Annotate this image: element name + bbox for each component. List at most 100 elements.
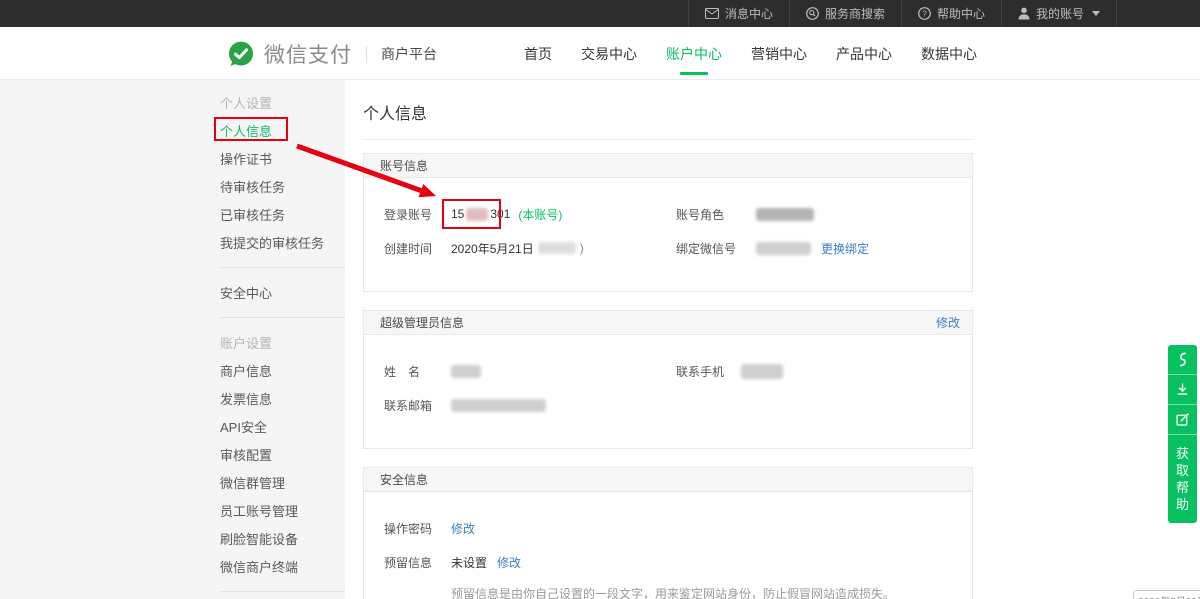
login-account-cell: 登录账号 15 301 (本账号) [384, 206, 676, 223]
sidebar-item-个人信息[interactable]: 个人信息 [220, 116, 345, 144]
brand-divider [366, 46, 367, 62]
portal-name: 商户平台 [381, 44, 437, 64]
table-row: 姓 名 联系手机 [384, 362, 972, 380]
reserved-info-edit-link[interactable]: 修改 [497, 554, 521, 571]
account-role-label: 账号角色 [676, 206, 756, 223]
question-circle-icon: ? [918, 7, 931, 20]
op-password-edit-link[interactable]: 修改 [451, 520, 475, 537]
sidebar-item-label: 操作证书 [220, 149, 272, 168]
change-binding-link[interactable]: 更换绑定 [821, 240, 869, 257]
panel-title: 安全信息 [380, 471, 428, 488]
sidebar-item-label: API安全 [220, 417, 267, 436]
sidebar: 个人设置个人信息操作证书待审核任务已审核任务我提交的审核任务安全中心账户设置商户… [0, 80, 345, 599]
brand[interactable]: 微信支付 商户平台 [228, 27, 437, 80]
admin-info-panel-header: 超级管理员信息 修改 [364, 311, 972, 335]
nav-tab-首页[interactable]: 首页 [524, 40, 552, 68]
sidebar-item-微信商户终端[interactable]: 微信商户终端 [220, 552, 345, 580]
mini-program-icon [1175, 351, 1190, 368]
account-info-panel: 账号信息 登录账号 15 301 [363, 153, 973, 292]
reserved-info-description: 预留信息是由你自己设置的一段文字，用来鉴定网站身份，防止假冒网站造成损失。配置后… [451, 585, 972, 599]
bound-wechat-label: 绑定微信号 [676, 240, 756, 257]
body: 个人设置个人信息操作证书待审核任务已审核任务我提交的审核任务安全中心账户设置商户… [0, 80, 1200, 599]
user-icon [1018, 7, 1030, 20]
admin-name-cell: 姓 名 [384, 363, 676, 380]
table-row: 创建时间 2020年5月21日 ) 绑定微信号 更换绑定 [384, 239, 972, 257]
redacted-admin-email [451, 399, 546, 412]
op-password-cell: 操作密码 修改 [384, 520, 475, 537]
panel-title: 超级管理员信息 [380, 314, 464, 331]
description-line: 预留信息是由你自己设置的一段文字，用来鉴定网站身份，防止假冒网站造成损失。 [451, 585, 972, 599]
login-account-value: 15 301 [451, 207, 510, 221]
account-info-panel-header: 账号信息 [364, 154, 972, 178]
header: 微信支付 商户平台 首页 交易中心 账户中心 营销中心 产品中心 数据中心 [0, 27, 1200, 80]
nav-tab-数据中心[interactable]: 数据中心 [921, 40, 977, 68]
admin-phone-cell: 联系手机 [676, 363, 783, 380]
toolbar-button-download[interactable] [1168, 375, 1197, 405]
security-info-panel-header: 安全信息 [364, 468, 972, 492]
sidebar-item-我提交的审核任务[interactable]: 我提交的审核任务 [220, 228, 345, 256]
sidebar-item-员工账号管理[interactable]: 员工账号管理 [220, 496, 345, 524]
sidebar-item-商户信息[interactable]: 商户信息 [220, 356, 345, 384]
topbar-item-我的账号[interactable]: 我的账号 [1001, 0, 1116, 27]
sidebar-item-label: 待审核任务 [220, 177, 285, 196]
redacted-admin-phone [741, 364, 783, 379]
sidebar-item-发票信息[interactable]: 发票信息 [220, 384, 345, 412]
title-divider [363, 139, 973, 140]
admin-phone-label: 联系手机 [676, 363, 741, 380]
sidebar-divider [220, 591, 345, 592]
admin-email-cell: 联系邮箱 [384, 397, 676, 414]
sidebar-divider [220, 317, 345, 318]
sidebar-item-API安全[interactable]: API安全 [220, 412, 345, 440]
admin-info-panel-body: 姓 名 联系手机 联系邮箱 [364, 335, 972, 448]
main-nav: 首页 交易中心 账户中心 营销中心 产品中心 数据中心 [524, 27, 977, 80]
sidebar-group-header-个人设置: 个人设置 [220, 88, 345, 116]
sidebar-item-刷脸智能设备[interactable]: 刷脸智能设备 [220, 524, 345, 552]
nav-tab-营销中心[interactable]: 营销中心 [751, 40, 807, 68]
toolbar-button-feedback[interactable] [1168, 405, 1197, 435]
download-icon [1175, 382, 1190, 397]
bound-wechat-cell: 绑定微信号 更换绑定 [676, 240, 869, 257]
nav-tab-账户中心[interactable]: 账户中心 [666, 40, 722, 68]
mail-icon [705, 8, 719, 19]
sidebar-item-审核配置[interactable]: 审核配置 [220, 440, 345, 468]
account-info-panel-body: 登录账号 15 301 (本账号) [364, 178, 972, 291]
brand-name: 微信支付 [264, 39, 352, 69]
get-help-button[interactable]: 获取帮助 [1168, 435, 1197, 523]
nav-tab-产品中心[interactable]: 产品中心 [836, 40, 892, 68]
chevron-down-icon [1092, 11, 1100, 16]
sidebar-item-label: 商户信息 [220, 361, 272, 380]
redacted-wechat-id [756, 242, 811, 255]
sidebar-item-微信群管理[interactable]: 微信群管理 [220, 468, 345, 496]
created-time-label: 创建时间 [384, 240, 451, 257]
created-time-paren: ) [580, 241, 584, 255]
table-row: 联系邮箱 [384, 396, 972, 414]
toolbar-button-mini-program[interactable] [1168, 345, 1197, 375]
sidebar-item-label: 审核配置 [220, 445, 272, 464]
nav-tab-交易中心[interactable]: 交易中心 [581, 40, 637, 68]
sidebar-item-待审核任务[interactable]: 待审核任务 [220, 172, 345, 200]
sidebar-item-已审核任务[interactable]: 已审核任务 [220, 200, 345, 228]
redacted-account-role [756, 208, 814, 221]
reserved-info-cell: 预留信息 未设置 修改 [384, 554, 521, 571]
security-info-panel: 安全信息 操作密码 修改 预留信息 未设置 [363, 467, 973, 599]
sidebar-item-操作证书[interactable]: 操作证书 [220, 144, 345, 172]
admin-edit-link[interactable]: 修改 [936, 314, 960, 331]
sidebar-item-安全中心[interactable]: 安全中心 [220, 278, 345, 306]
main-content: 个人信息 账号信息 登录账号 15 [363, 80, 973, 599]
topbar-item-服务商搜索[interactable]: 服务商搜索 [789, 0, 901, 27]
security-info-panel-body: 操作密码 修改 预留信息 未设置 修改 预留信息是由你自 [364, 492, 972, 599]
sidebar-group-header-账户设置: 账户设置 [220, 328, 345, 356]
topbar-item-帮助中心[interactable]: ? 帮助中心 [901, 0, 1001, 27]
table-row: 登录账号 15 301 (本账号) [384, 205, 972, 223]
table-row: 操作密码 修改 [384, 519, 972, 537]
floating-toolbar: 获取帮助 [1168, 345, 1197, 523]
topbar-item-label: 我的账号 [1036, 5, 1084, 22]
redacted-admin-name [451, 365, 481, 378]
reserved-info-label: 预留信息 [384, 554, 451, 571]
created-time-cell: 创建时间 2020年5月21日 ) [384, 240, 676, 257]
topbar-menu: 消息中心服务商搜索? 帮助中心 我的账号 [688, 0, 1117, 27]
redacted-created-time [538, 242, 576, 254]
topbar-item-label: 消息中心 [725, 5, 773, 22]
topbar-item-label: 帮助中心 [937, 5, 985, 22]
topbar-item-消息中心[interactable]: 消息中心 [688, 0, 789, 27]
